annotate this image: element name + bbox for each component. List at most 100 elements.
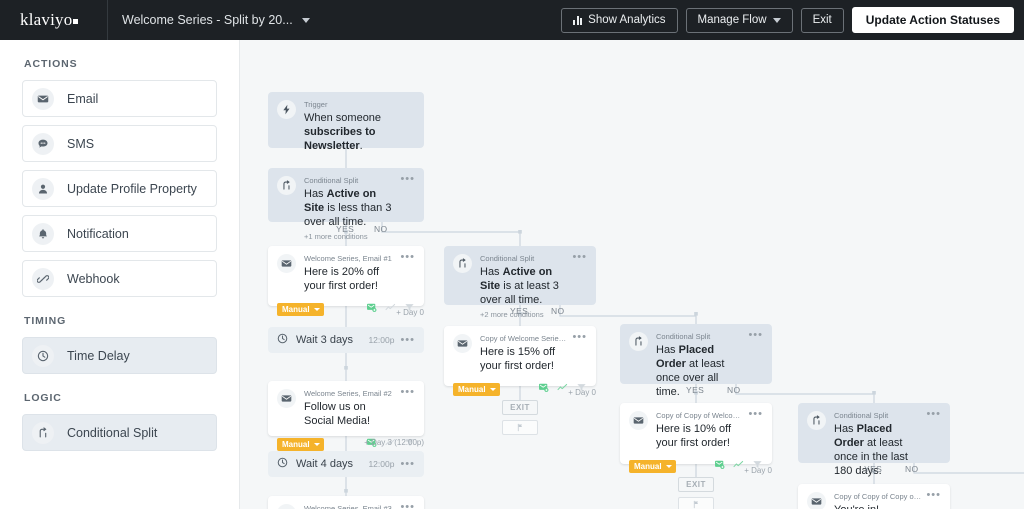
more-options-icon[interactable]: •••	[926, 490, 941, 501]
more-options-icon[interactable]: •••	[748, 409, 763, 420]
time-delay-node-1[interactable]: Wait 3 days 12:00p •••	[268, 327, 424, 353]
conditional-split-node-2[interactable]: Conditional Split Has Active on Site is …	[444, 246, 596, 319]
conditional-split-node-3[interactable]: Conditional Split Has Placed Order at le…	[620, 324, 772, 411]
time-delay-label: Wait 4 days	[296, 458, 354, 470]
top-bar-actions: Show Analytics Manage Flow Exit Update A…	[561, 7, 1024, 33]
message-preview-icon[interactable]	[714, 457, 725, 475]
email-copy-2-day-tag: + Day 0	[744, 466, 772, 475]
status-badge-label: Manual	[282, 439, 310, 449]
time-delay-node-2[interactable]: Wait 4 days 12:00p •••	[268, 451, 424, 477]
exit-badge-1[interactable]: EXIT	[502, 400, 538, 415]
sidebar-item-update-profile-property[interactable]: Update Profile Property	[22, 170, 217, 207]
time-delay-time: 12:00p	[368, 335, 395, 345]
update-action-statuses-button[interactable]: Update Action Statuses	[851, 7, 1014, 33]
flow-name-label: Welcome Series - Split by 20...	[122, 13, 293, 27]
more-options-icon[interactable]: •••	[400, 174, 415, 185]
exit-flag-box-1[interactable]	[502, 420, 538, 435]
bar-chart-icon	[573, 15, 583, 25]
more-options-icon[interactable]: •••	[400, 334, 415, 346]
flow-name-selector[interactable]: Welcome Series - Split by 20...	[108, 0, 310, 40]
status-badge[interactable]: Manual	[277, 302, 324, 316]
exit-flag-box-2[interactable]	[678, 497, 714, 509]
sidebar: ACTIONS Email SMS Update Profile Propert…	[0, 40, 240, 509]
split-icon	[629, 332, 648, 351]
flow-canvas[interactable]: Trigger When someone subscribes to Newsl…	[240, 40, 1024, 509]
sidebar-heading-logic: LOGIC	[24, 392, 62, 404]
split-2-no-label: NO	[551, 306, 565, 316]
time-delay-time: 12:00p	[368, 459, 395, 469]
message-preview-icon[interactable]	[366, 300, 377, 318]
exit-badge-2[interactable]: EXIT	[678, 477, 714, 492]
email-node-1[interactable]: Welcome Series, Email #1 Here is 20% off…	[268, 246, 424, 317]
split-icon	[807, 411, 826, 430]
chevron-down-icon	[665, 464, 672, 468]
more-options-icon[interactable]: •••	[400, 458, 415, 470]
show-analytics-button[interactable]: Show Analytics	[561, 7, 678, 33]
split-4-no-label: NO	[905, 464, 919, 474]
analytics-trend-icon[interactable]	[385, 300, 396, 318]
split-1-no-label: NO	[374, 224, 388, 234]
webhook-icon	[32, 267, 54, 290]
more-options-icon[interactable]: •••	[400, 387, 415, 398]
split-4-yes-label: YES	[864, 464, 883, 474]
more-options-icon[interactable]: •••	[748, 330, 763, 341]
time-delay-label: Wait 3 days	[296, 334, 354, 346]
email-1-day-tag: + Day 0	[396, 308, 424, 317]
exit-button[interactable]: Exit	[800, 7, 844, 33]
email-node-copy-3[interactable]: Copy of Copy of Copy of Welcome Seri... …	[798, 484, 950, 509]
email-node-copy-1[interactable]: Copy of Welcome Series, Email #1 Here is…	[444, 326, 596, 397]
split-kicker: Conditional Split	[656, 332, 711, 341]
top-bar: klaviyo Welcome Series - Split by 20... …	[0, 0, 1024, 40]
manage-flow-button[interactable]: Manage Flow	[685, 7, 793, 33]
more-options-icon[interactable]: •••	[572, 252, 587, 263]
split-condition: Has Active on Site is less than 3 over a…	[304, 188, 392, 228]
split-kicker: Conditional Split	[304, 176, 359, 185]
trigger-title: When someone subscribes to Newsletter.	[304, 112, 382, 152]
trigger-node[interactable]: Trigger When someone subscribes to Newsl…	[268, 92, 424, 152]
flag-icon	[516, 419, 525, 437]
email-node-2[interactable]: Welcome Series, Email #2 Follow us on So…	[268, 381, 424, 451]
email-node-3[interactable]: Welcome Series, Email #3 Check out our b…	[268, 496, 424, 509]
envelope-icon	[277, 254, 296, 273]
envelope-icon	[32, 87, 54, 110]
chevron-down-icon	[301, 17, 310, 23]
split-condition: Has Active on Site is at least 3 over al…	[480, 266, 559, 306]
analytics-trend-icon[interactable]	[557, 380, 568, 398]
logo-mark-icon	[73, 18, 79, 24]
more-options-icon[interactable]: •••	[572, 332, 587, 343]
sidebar-item-time-delay[interactable]: Time Delay	[22, 337, 217, 374]
trigger-kicker: Trigger	[304, 100, 328, 109]
conditional-split-node-1[interactable]: Conditional Split Has Active on Site is …	[268, 168, 424, 241]
sidebar-item-email[interactable]: Email	[22, 80, 217, 117]
envelope-icon	[629, 411, 648, 430]
klaviyo-logo[interactable]: klaviyo	[0, 0, 108, 40]
split-1-yes-label: YES	[336, 224, 355, 234]
email-kicker: Copy of Copy of Copy of Welcome Seri...	[834, 492, 921, 501]
flag-icon	[692, 496, 701, 509]
split-2-yes-label: YES	[510, 306, 529, 316]
sidebar-item-webhook[interactable]: Webhook	[22, 260, 217, 297]
envelope-icon	[277, 389, 296, 408]
split-3-no-label: NO	[727, 385, 741, 395]
message-preview-icon[interactable]	[538, 380, 549, 398]
sidebar-item-conditional-split[interactable]: Conditional Split	[22, 414, 217, 451]
status-badge[interactable]: Manual	[629, 459, 676, 473]
more-options-icon[interactable]: •••	[400, 502, 415, 509]
split-3-yes-label: YES	[686, 385, 705, 395]
email-node-copy-2[interactable]: Copy of Copy of Welcome Series, Email...…	[620, 403, 772, 475]
sidebar-item-label: Webhook	[67, 271, 120, 286]
sidebar-item-notification[interactable]: Notification	[22, 215, 217, 252]
more-options-icon[interactable]: •••	[926, 409, 941, 420]
more-options-icon[interactable]: •••	[400, 252, 415, 263]
split-kicker: Conditional Split	[480, 254, 535, 263]
email-kicker: Welcome Series, Email #3	[304, 504, 392, 509]
envelope-icon	[277, 504, 296, 509]
conditional-split-node-4[interactable]: Conditional Split Has Placed Order at le…	[798, 403, 950, 477]
split-icon	[32, 421, 54, 444]
analytics-trend-icon[interactable]	[733, 457, 744, 475]
email-kicker: Copy of Welcome Series, Email #1	[480, 334, 567, 343]
email-subject: Here is 20% off your first order!	[304, 266, 380, 292]
status-badge[interactable]: Manual	[453, 382, 500, 396]
sidebar-item-sms[interactable]: SMS	[22, 125, 217, 162]
status-badge[interactable]: Manual	[277, 437, 324, 451]
